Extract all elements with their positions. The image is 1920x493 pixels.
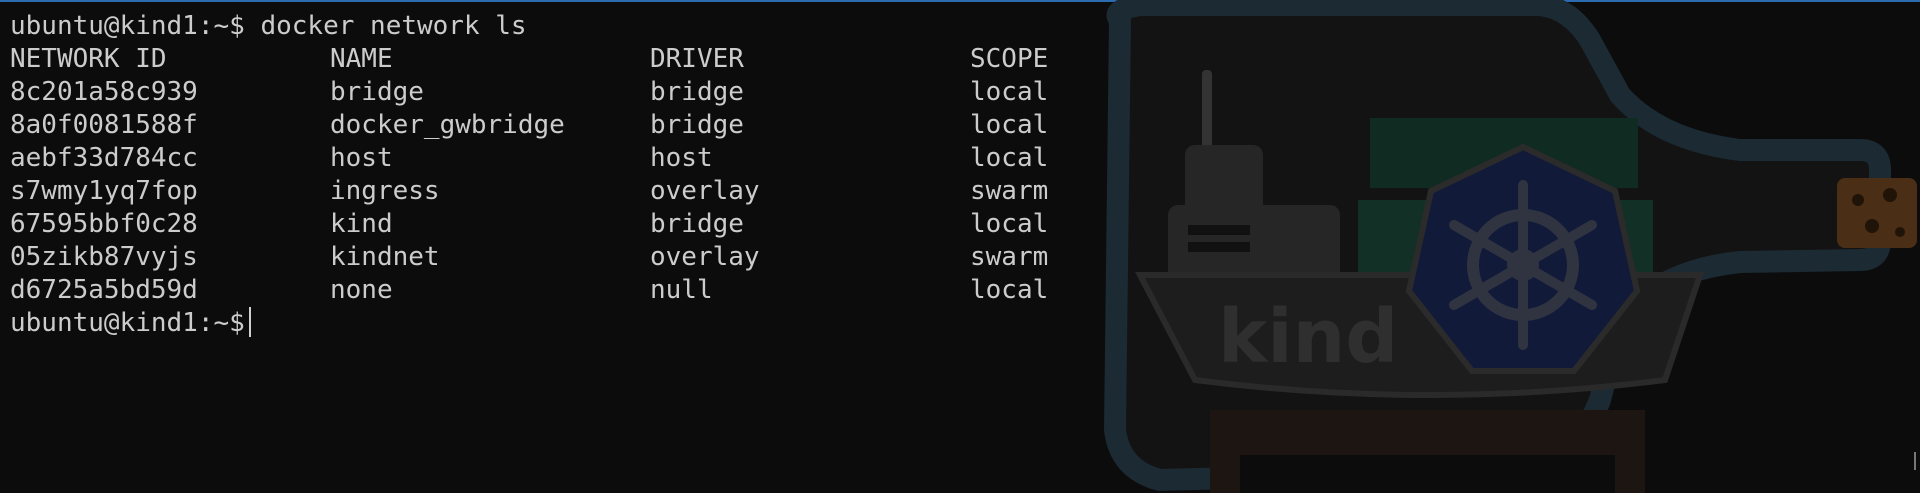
scope-cell: swarm [970, 242, 1049, 272]
table-row: 8a0f0081588f docker_gwbridge bridge local [10, 109, 1090, 142]
table-row: 8c201a58c939 bridge bridge local [10, 76, 1090, 109]
command-text: docker network ls [260, 11, 527, 41]
driver-cell: host [650, 143, 713, 173]
prompt: ubuntu@kind1:~$ [10, 11, 245, 41]
command-line: ubuntu@kind1:~$ docker network ls [10, 10, 1090, 43]
network-id-cell: 05zikb87vyjs [10, 242, 198, 272]
text-cursor [248, 307, 251, 337]
driver-cell: bridge [650, 209, 744, 239]
input-line[interactable]: ubuntu@kind1:~$ [10, 307, 1090, 340]
name-cell: bridge [330, 77, 424, 107]
table-row: s7wmy1yq7fop ingress overlay swarm [10, 175, 1090, 208]
name-cell: ingress [330, 176, 440, 206]
driver-cell: bridge [650, 77, 744, 107]
name-cell: kindnet [330, 242, 440, 272]
driver-cell: overlay [650, 176, 760, 206]
name-cell: kind [330, 209, 393, 239]
header-name: NAME [330, 44, 393, 74]
scope-cell: local [970, 143, 1049, 173]
scope-cell: local [970, 77, 1049, 107]
header-scope: SCOPE [970, 44, 1049, 74]
scope-cell: local [970, 275, 1049, 305]
driver-cell: null [650, 275, 713, 305]
network-id-cell: s7wmy1yq7fop [10, 176, 198, 206]
network-id-cell: aebf33d784cc [10, 143, 198, 173]
network-id-cell: 67595bbf0c28 [10, 209, 198, 239]
scope-cell: local [970, 209, 1049, 239]
scope-cell: local [970, 110, 1049, 140]
scope-cell: swarm [970, 176, 1049, 206]
header-driver: DRIVER [650, 44, 744, 74]
driver-cell: overlay [650, 242, 760, 272]
terminal-output[interactable]: ubuntu@kind1:~$ docker network ls NETWOR… [10, 10, 1090, 340]
network-id-cell: 8a0f0081588f [10, 110, 198, 140]
table-row: aebf33d784cc host host local [10, 142, 1090, 175]
table-row: d6725a5bd59d none null local [10, 274, 1090, 307]
kind-logo-text: kind [1218, 294, 1398, 380]
prompt: ubuntu@kind1:~$ [10, 308, 245, 338]
driver-cell: bridge [650, 110, 744, 140]
table-header: NETWORK ID NAME DRIVER SCOPE [10, 43, 1090, 76]
kind-bottle-icon: kind [1103, 0, 1917, 493]
scrollbar[interactable] [1914, 452, 1916, 470]
table-row: 67595bbf0c28 kind bridge local [10, 208, 1090, 241]
name-cell: docker_gwbridge [330, 110, 565, 140]
table-row: 05zikb87vyjs kindnet overlay swarm [10, 241, 1090, 274]
network-id-cell: 8c201a58c939 [10, 77, 198, 107]
network-id-cell: d6725a5bd59d [10, 275, 198, 305]
header-network-id: NETWORK ID [10, 44, 167, 74]
name-cell: host [330, 143, 393, 173]
name-cell: none [330, 275, 393, 305]
